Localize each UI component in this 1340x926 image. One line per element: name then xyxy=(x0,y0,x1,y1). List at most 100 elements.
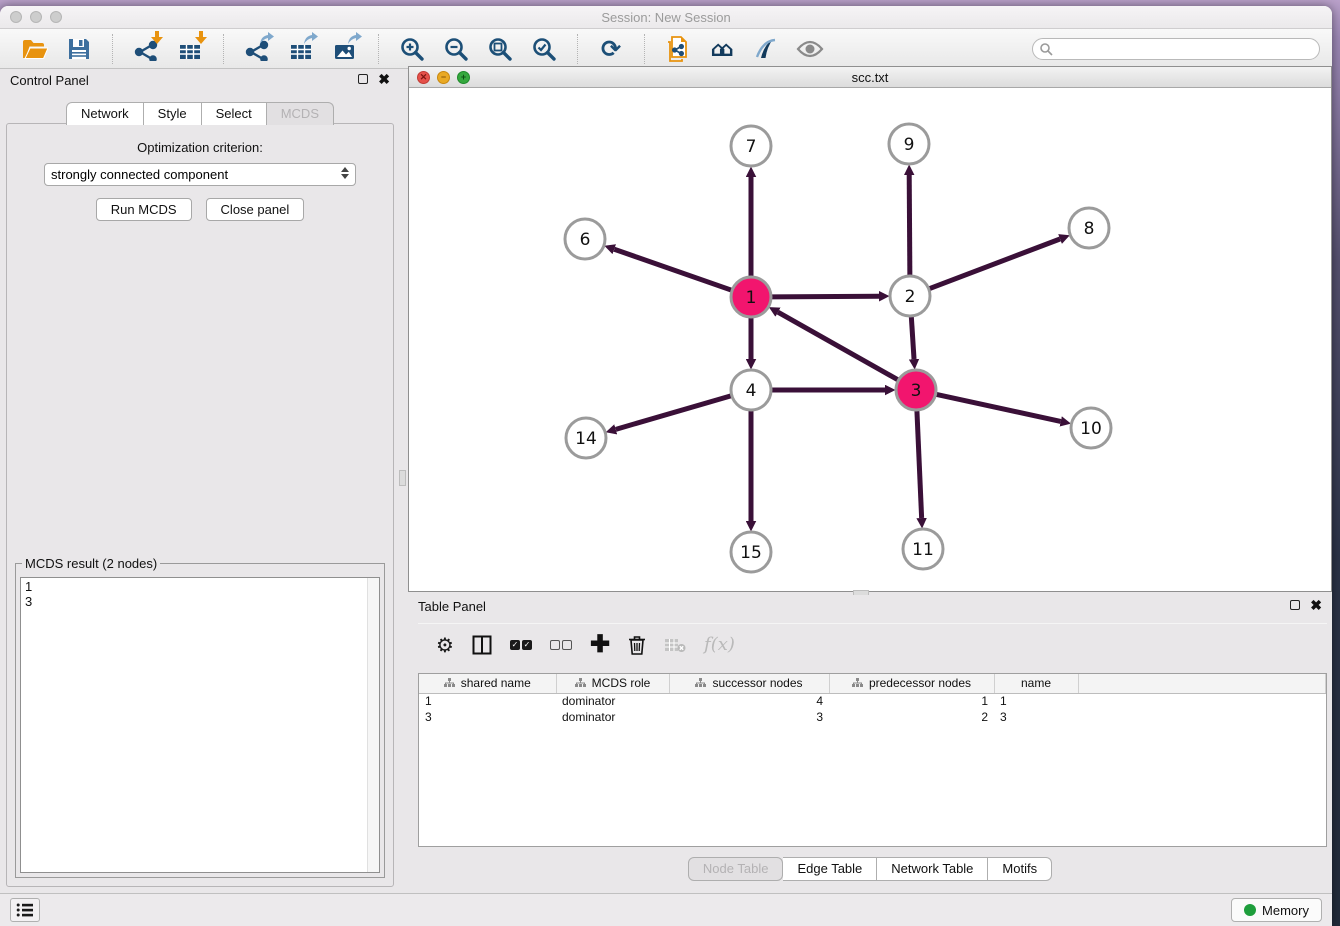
export-network-icon[interactable] xyxy=(242,34,272,64)
graph-node-4[interactable]: 4 xyxy=(731,370,771,410)
table-row[interactable]: 3dominator 32 3 xyxy=(419,709,1326,725)
result-line: 1 xyxy=(25,579,375,594)
table-settings-icon[interactable]: ⚙ xyxy=(436,635,454,655)
tab-mcds[interactable]: MCDS xyxy=(267,102,334,125)
export-image-icon[interactable] xyxy=(330,34,360,64)
column-header-successor-nodes[interactable]: successor nodes xyxy=(669,674,829,693)
mcds-result-title: MCDS result (2 nodes) xyxy=(22,556,160,571)
main-toolbar: ⟳ ⌂⌂ xyxy=(0,29,1332,69)
graph-node-9[interactable]: 9 xyxy=(889,124,929,164)
control-panel-title: Control Panel xyxy=(10,73,89,88)
graph-edge-3-11[interactable] xyxy=(917,411,922,518)
optimization-criterion-select[interactable]: strongly connected component xyxy=(44,163,356,186)
tab-motifs[interactable]: Motifs xyxy=(988,857,1052,881)
graph-edge-2-9[interactable] xyxy=(909,175,910,275)
unselect-all-columns-icon[interactable] xyxy=(550,640,572,650)
zoom-selected-icon[interactable] xyxy=(529,34,559,64)
zoom-in-icon[interactable] xyxy=(397,34,427,64)
zoom-fit-icon[interactable] xyxy=(485,34,515,64)
vertical-splitter-grip[interactable] xyxy=(399,470,406,486)
svg-text:3: 3 xyxy=(911,381,922,401)
float-panel-icon[interactable] xyxy=(358,74,368,84)
tab-select[interactable]: Select xyxy=(202,102,267,125)
column-header-predecessor-nodes[interactable]: predecessor nodes xyxy=(829,674,994,693)
list-icon xyxy=(16,902,34,918)
network-view-window: ✕ − + scc.txt 1234678910111415 xyxy=(408,66,1332,592)
mcds-result-list[interactable]: 13 xyxy=(20,577,380,873)
refresh-icon[interactable]: ⟳ xyxy=(596,34,626,64)
search-input[interactable] xyxy=(1053,40,1319,58)
graph-edge-1-2[interactable] xyxy=(772,296,879,297)
graph-node-11[interactable]: 11 xyxy=(903,529,943,569)
graph-edge-1-6[interactable] xyxy=(614,249,731,290)
graph-node-10[interactable]: 10 xyxy=(1071,408,1111,448)
create-column-icon[interactable]: ✚ xyxy=(590,633,610,657)
import-network-icon[interactable] xyxy=(131,34,161,64)
svg-text:6: 6 xyxy=(580,230,591,250)
optimization-criterion-value: strongly connected component xyxy=(51,167,228,182)
table-panel-title: Table Panel xyxy=(418,599,486,614)
select-all-columns-icon[interactable]: ✓✓ xyxy=(510,640,532,650)
optimization-criterion-label: Optimization criterion: xyxy=(7,140,393,155)
node-table: shared name MCDS role successor nodes pr… xyxy=(418,673,1327,847)
graph-edge-3-10[interactable] xyxy=(937,394,1061,421)
graph-edge-2-8[interactable] xyxy=(930,239,1060,289)
column-header-name[interactable]: name xyxy=(994,674,1078,693)
graph-node-6[interactable]: 6 xyxy=(565,219,605,259)
graph-edge-3-1[interactable] xyxy=(778,312,898,379)
search-field[interactable] xyxy=(1032,38,1320,60)
control-panel: Control Panel ✖ Network Style Select MCD… xyxy=(0,69,400,893)
tab-edge-table[interactable]: Edge Table xyxy=(783,857,877,881)
svg-text:14: 14 xyxy=(575,429,597,449)
clone-network-icon[interactable] xyxy=(663,34,693,64)
memory-button[interactable]: Memory xyxy=(1231,898,1322,922)
task-history-button[interactable] xyxy=(10,898,40,922)
function-builder-icon[interactable]: f(x) xyxy=(704,634,735,655)
result-scrollbar[interactable] xyxy=(367,578,379,872)
toolbar-separator xyxy=(112,34,113,64)
first-neighbors-icon[interactable]: ⌂⌂ xyxy=(707,34,737,64)
close-panel-button[interactable]: Close panel xyxy=(206,198,305,221)
show-hide-icon[interactable] xyxy=(795,34,825,64)
graph-node-7[interactable]: 7 xyxy=(731,126,771,166)
run-mcds-button[interactable]: Run MCDS xyxy=(96,198,192,221)
tab-network[interactable]: Network xyxy=(66,102,144,125)
column-header-mcds-role[interactable]: MCDS role xyxy=(556,674,669,693)
memory-label: Memory xyxy=(1262,903,1309,918)
export-table-icon[interactable] xyxy=(286,34,316,64)
zoom-out-icon[interactable] xyxy=(441,34,471,64)
open-session-icon[interactable] xyxy=(20,34,50,64)
import-table-icon[interactable] xyxy=(175,34,205,64)
delete-column-icon[interactable] xyxy=(628,635,646,655)
table-toolbar: ⚙ ✓✓ ✚ f(x) xyxy=(418,623,1327,665)
save-session-icon[interactable] xyxy=(64,34,94,64)
close-panel-icon[interactable]: ✖ xyxy=(378,74,390,84)
delete-table-icon[interactable] xyxy=(664,637,686,653)
graph-node-8[interactable]: 8 xyxy=(1069,208,1109,248)
tab-style[interactable]: Style xyxy=(144,102,202,125)
network-graph[interactable]: 1 2 3 4 6 7 8 9 10 11 14 15 xyxy=(409,88,1331,591)
apply-style-icon[interactable] xyxy=(751,34,781,64)
graph-node-1[interactable]: 1 xyxy=(731,277,771,317)
graph-node-3[interactable]: 3 xyxy=(896,370,936,410)
graph-edge-2-3[interactable] xyxy=(911,317,914,359)
table-tabs: Node Table Edge Table Network Table Moti… xyxy=(408,857,1332,881)
svg-text:2: 2 xyxy=(905,287,916,307)
tab-network-table[interactable]: Network Table xyxy=(877,857,988,881)
close-table-panel-icon[interactable]: ✖ xyxy=(1310,600,1322,610)
tab-node-table[interactable]: Node Table xyxy=(688,857,784,881)
graph-node-15[interactable]: 15 xyxy=(731,532,771,572)
app-window: Session: New Session xyxy=(0,6,1332,926)
float-table-panel-icon[interactable] xyxy=(1290,600,1300,610)
window-titlebar: Session: New Session xyxy=(0,6,1332,29)
column-header-shared-name[interactable]: shared name xyxy=(419,674,556,693)
graph-node-14[interactable]: 14 xyxy=(566,418,606,458)
table-row[interactable]: 1dominator 41 1 xyxy=(419,693,1326,709)
graph-edge-4-14[interactable] xyxy=(616,396,731,429)
sort-hierarchy-icon xyxy=(444,678,455,688)
graph-node-2[interactable]: 2 xyxy=(890,276,930,316)
control-panel-tabs: Network Style Select MCDS xyxy=(0,102,400,125)
select-stepper-icon xyxy=(341,167,349,179)
toolbar-separator xyxy=(223,34,224,64)
show-columns-icon[interactable] xyxy=(472,635,492,655)
